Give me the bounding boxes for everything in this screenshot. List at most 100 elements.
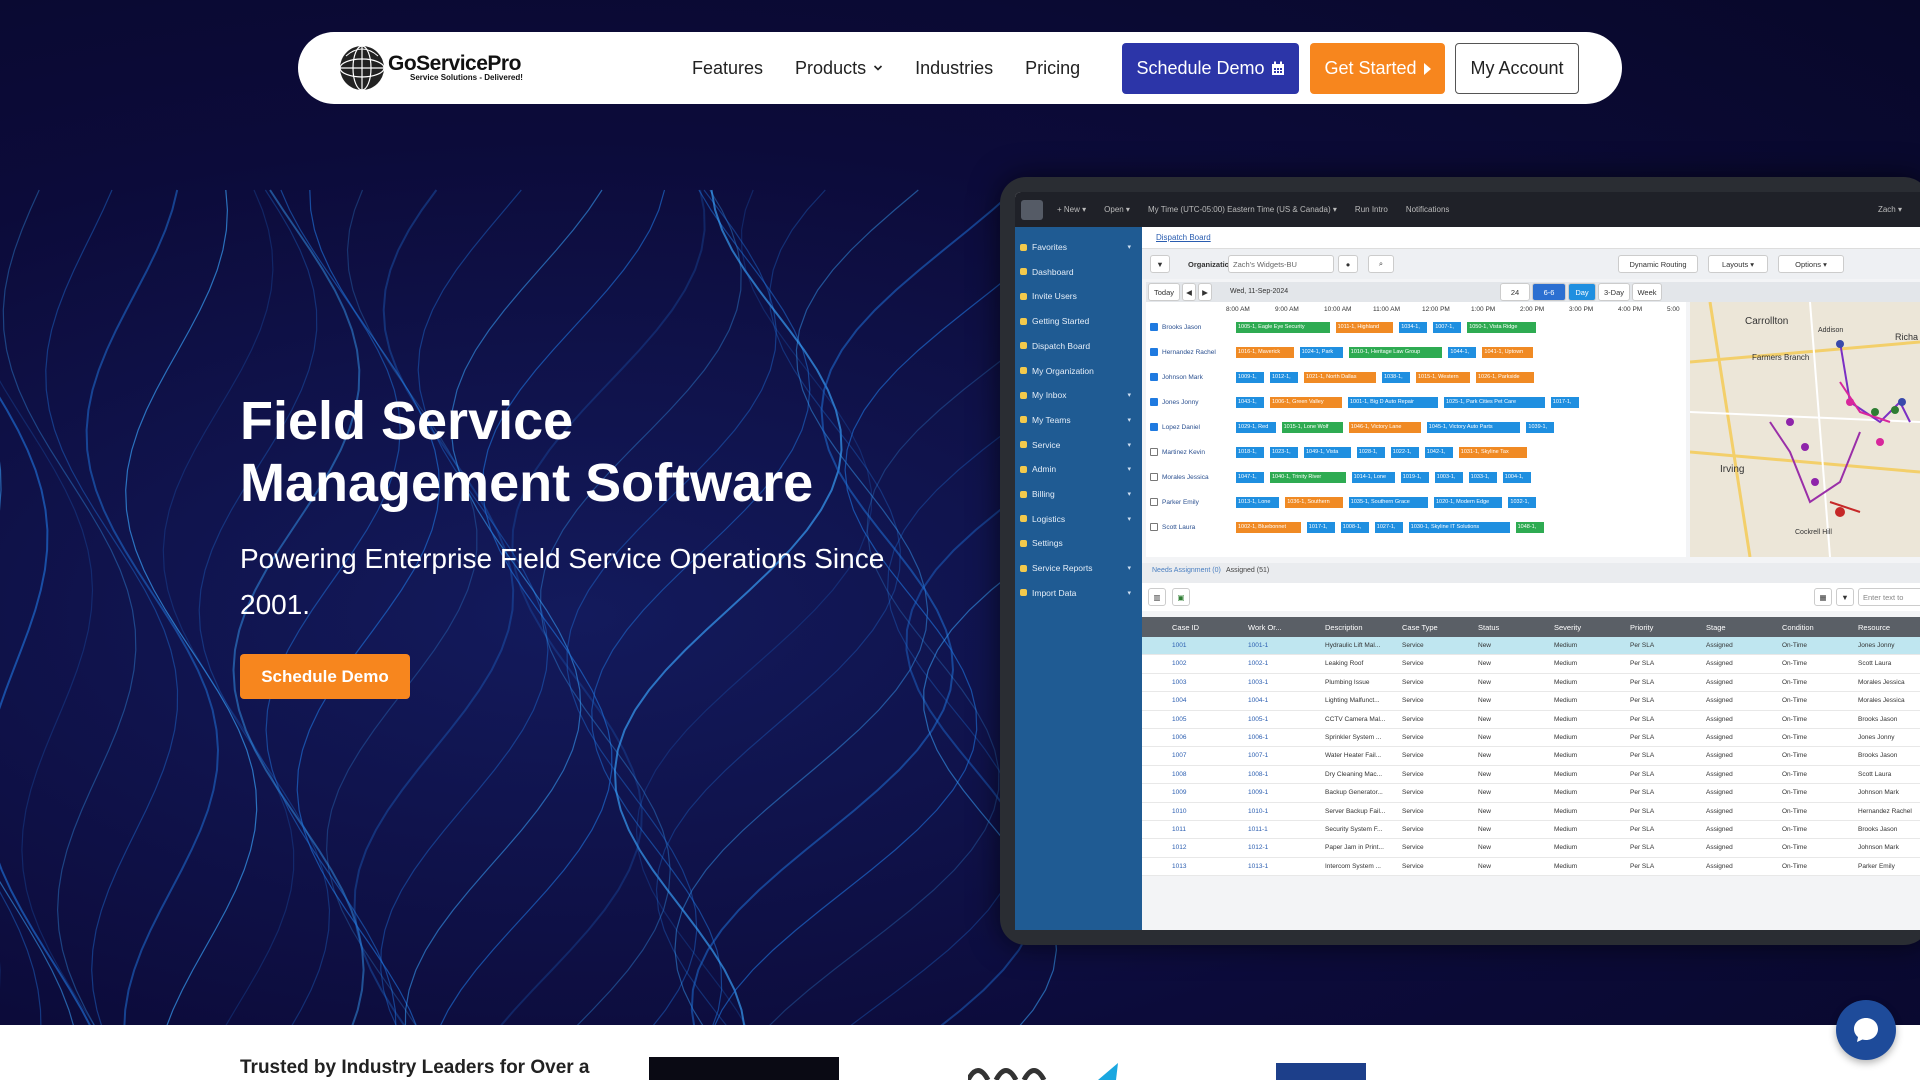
table-cell: Medium	[1554, 826, 1578, 833]
resource-row: Jones Jonny 1043-1, 1006-1, Green Valley 10…	[1146, 393, 1686, 413]
org-label: Organization	[1188, 260, 1234, 269]
table-cell: Medium	[1554, 697, 1578, 705]
chevron-down-icon: ▾	[1127, 441, 1131, 449]
nav-pricing[interactable]: Pricing	[1025, 58, 1080, 79]
app-sidebar-item: Dashboard	[1020, 264, 1135, 280]
job-block: 1046-1, Victory Lane	[1348, 422, 1421, 433]
job-block: 1011-1, Highland	[1335, 322, 1394, 333]
app-notifications: Notifications	[1405, 205, 1450, 214]
table-cell: Service	[1402, 678, 1424, 686]
table-cell: Brooks Jason	[1858, 826, 1898, 833]
navbar: GoServicePro Service Solutions - Deliver…	[298, 32, 1622, 104]
nav-products[interactable]: Products	[795, 58, 883, 79]
table-cell: Johnson Mark	[1858, 844, 1899, 852]
grid-column-header: Priority	[1630, 623, 1654, 632]
job-block: 1027-1,	[1374, 522, 1403, 533]
table-cell: 1001-1	[1248, 642, 1269, 649]
map-label-cockrell-hill: Cockrell Hill	[1795, 529, 1832, 536]
table-cell: 1004	[1172, 697, 1187, 705]
resource-row: Scott Laura 1002-1, Bluebonnet 1017-1, 1008…	[1146, 518, 1686, 538]
resource-checkbox	[1150, 373, 1158, 381]
chevron-down-icon: ▾	[1127, 392, 1131, 400]
hero-schedule-demo-button[interactable]: Schedule Demo	[240, 654, 410, 699]
table-cell: Lighting Malfunct...	[1325, 697, 1380, 705]
table-cell: Per SLA	[1630, 844, 1655, 852]
my-account-button[interactable]: My Account	[1455, 43, 1579, 94]
table-cell: Service	[1402, 660, 1424, 668]
nav-features[interactable]: Features	[692, 58, 763, 79]
view-6-6: 6-6	[1532, 283, 1566, 301]
table-cell: Medium	[1554, 715, 1578, 723]
table-cell: On-Time	[1782, 789, 1808, 797]
grid-column-header: Stage	[1706, 623, 1726, 632]
table-cell: Per SLA	[1630, 734, 1655, 741]
job-block: 1017-1,	[1550, 397, 1579, 408]
app-sidebar-item: Service ▾	[1020, 437, 1135, 453]
table-cell: Sprinkler System ...	[1325, 734, 1382, 741]
nav-industries[interactable]: Industries	[915, 58, 993, 79]
app-sidebar-item: Dispatch Board	[1020, 338, 1135, 354]
resource-name-label: Johnson Mark	[1162, 373, 1203, 381]
table-cell: Per SLA	[1630, 715, 1655, 723]
app-new-menu: + New ▾	[1057, 205, 1087, 214]
client-logo-3	[1276, 1063, 1366, 1080]
resource-row: Johnson Mark 1009-1, 1012-1, 1021-1, North …	[1146, 368, 1686, 388]
table-cell: Per SLA	[1630, 770, 1655, 778]
table-cell: On-Time	[1782, 770, 1808, 778]
resource-name: Jones Jonny	[1150, 398, 1199, 406]
table-cell: Assigned	[1706, 678, 1733, 686]
sidebar-item-icon	[1020, 589, 1027, 597]
job-block: 1008-1,	[1340, 522, 1369, 533]
table-cell: Assigned	[1706, 642, 1733, 649]
table-row: 1003 1003-1 Plumbing Issue Service New Medium…	[1142, 673, 1920, 693]
table-row: 1011 1011-1 Security System F... Service New…	[1142, 821, 1920, 840]
resource-row: Morales Jessica 1047-1, 1040-1, Trinity Ri…	[1146, 468, 1686, 488]
table-cell: Johnson Mark	[1858, 789, 1899, 797]
job-block: 1036-1, Southern	[1285, 497, 1343, 508]
sidebar-item-icon	[1020, 416, 1027, 424]
table-cell: Assigned	[1706, 826, 1733, 833]
resource-name: Hernandez Rachel	[1150, 348, 1216, 356]
sidebar-item-icon	[1020, 441, 1027, 449]
logo[interactable]: GoServicePro Service Solutions - Deliver…	[338, 44, 523, 92]
grid-column-header: Case ID	[1172, 623, 1200, 632]
excel-icon: ▣	[1172, 588, 1190, 606]
nav-links: Features Products Industries Pricing	[692, 32, 1112, 104]
chat-widget-button[interactable]	[1836, 1000, 1896, 1060]
table-row: 1007 1007-1 Water Heater Fail... Service New…	[1142, 747, 1920, 766]
sidebar-item-label: Getting Started	[1032, 316, 1090, 327]
table-cell: Per SLA	[1630, 826, 1655, 833]
job-block: 1009-1,	[1236, 372, 1264, 383]
job-block: 1005-1, Eagle Eye Security	[1236, 322, 1330, 333]
table-cell: Dry Cleaning Mac...	[1325, 770, 1383, 778]
table-cell: Jones Jonny	[1858, 734, 1895, 741]
table-cell: Service	[1402, 862, 1424, 870]
job-block: 1024-1, Park	[1299, 347, 1343, 358]
resource-checkbox	[1150, 473, 1158, 481]
dispatch-timeline: 8:00 AM 9:00 AM 10:00 AM 11:00 AM 12:00 PM 1:…	[1146, 302, 1686, 557]
job-block: 1021-1, North Dallas	[1304, 372, 1376, 383]
job-block: 1048-1,	[1515, 522, 1544, 533]
grid-column-header: Case Type	[1402, 623, 1438, 632]
get-started-button[interactable]: Get Started	[1310, 43, 1445, 94]
app-topbar: + New ▾ Open ▾ My Time (UTC-05:00) Easte…	[1015, 192, 1920, 227]
table-cell: Parker Emily	[1858, 862, 1895, 870]
table-row: 1002 1002-1 Leaking Roof Service New Medium Pe…	[1142, 655, 1920, 674]
resource-row: Martinez Kevin 1018-1, 1023-1, 1049-1, Vist…	[1146, 443, 1686, 463]
schedule-demo-button[interactable]: Schedule Demo	[1122, 43, 1299, 94]
table-row: 1006 1006-1 Sprinkler System ... Service New…	[1142, 729, 1920, 748]
table-cell: Per SLA	[1630, 660, 1655, 668]
table-cell: Plumbing Issue	[1325, 678, 1370, 686]
table-cell: 1003	[1172, 678, 1187, 686]
table-cell: Medium	[1554, 752, 1578, 760]
route-map: Carrollton Addison Richa Farmers Branch …	[1690, 302, 1920, 557]
resource-row: Parker Emily 1013-1, Lone 1036-1, Southern…	[1146, 493, 1686, 513]
table-cell: New	[1478, 770, 1492, 778]
table-cell: On-Time	[1782, 715, 1808, 723]
columns-icon: ▦	[1814, 588, 1832, 606]
table-row: 1010 1010-1 Server Backup Fail... Service Ne…	[1142, 802, 1920, 821]
hero-title-line2: Management Software	[240, 453, 814, 513]
job-block: 1031-1, Skyline Tax	[1458, 447, 1528, 458]
job-block: 1004-1,	[1502, 472, 1531, 483]
table-cell: New	[1478, 844, 1492, 852]
